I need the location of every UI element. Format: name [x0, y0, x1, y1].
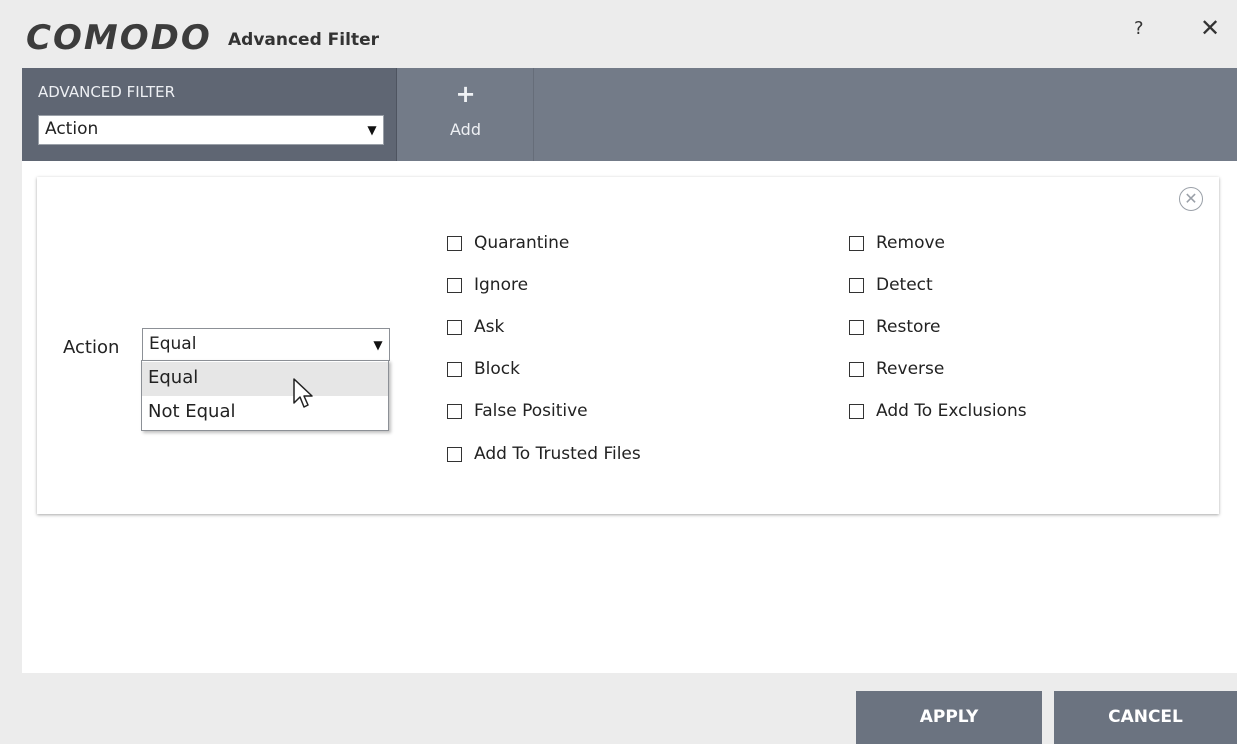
add-label: Add — [450, 120, 481, 139]
operator-option-equal[interactable]: Equal — [142, 362, 388, 396]
advanced-filter-heading: ADVANCED FILTER — [38, 83, 176, 101]
apply-button[interactable]: APPLY — [856, 691, 1042, 744]
checkbox-icon — [849, 235, 864, 251]
checkbox-label: Add To Trusted Files — [474, 444, 641, 464]
option-label: Not Equal — [148, 401, 236, 422]
checkbox-ask[interactable]: Ask — [447, 314, 504, 340]
cancel-button[interactable]: CANCEL — [1054, 691, 1237, 744]
checkbox-false-positive[interactable]: False Positive — [447, 398, 588, 424]
checkbox-icon — [849, 403, 864, 419]
checkbox-icon — [447, 361, 462, 377]
close-button[interactable]: ✕ — [1200, 14, 1220, 42]
checkbox-icon — [447, 277, 462, 293]
operator-select[interactable]: Equal ▼ — [142, 328, 390, 361]
filter-type-value: Action — [45, 119, 99, 139]
checkbox-label: Add To Exclusions — [876, 401, 1027, 421]
checkbox-icon — [849, 319, 864, 335]
checkbox-icon — [447, 235, 462, 251]
operator-value: Equal — [149, 334, 197, 354]
filter-condition-card: ✕ Action Equal ▼ Equal Not Equal Quarant… — [37, 177, 1219, 514]
filter-content-area: ✕ Action Equal ▼ Equal Not Equal Quarant… — [22, 161, 1237, 673]
checkbox-icon — [447, 403, 462, 419]
advanced-filter-panel: ADVANCED FILTER Action ▼ — [22, 68, 397, 161]
filter-toolbar: ADVANCED FILTER Action ▼ + Add — [22, 68, 1237, 161]
checkbox-label: Ask — [474, 317, 505, 337]
checkbox-icon — [849, 361, 864, 377]
dropdown-arrow-icon: ▼ — [367, 123, 377, 137]
checkbox-label: Quarantine — [474, 233, 570, 253]
operator-dropdown-list: Equal Not Equal — [141, 360, 389, 431]
operator-option-not-equal[interactable]: Not Equal — [142, 396, 388, 430]
title-bar: COMODO Advanced Filter ? ✕ — [0, 0, 1237, 68]
checkbox-restore[interactable]: Restore — [849, 314, 941, 340]
help-button[interactable]: ? — [1134, 18, 1144, 39]
checkbox-label: Restore — [876, 317, 941, 337]
checkbox-add-to-trusted-files[interactable]: Add To Trusted Files — [447, 441, 641, 467]
condition-field-label: Action — [63, 337, 120, 358]
checkbox-remove[interactable]: Remove — [849, 230, 945, 256]
comodo-logo: COMODO — [26, 18, 212, 58]
dropdown-arrow-icon: ▼ — [373, 337, 383, 352]
checkbox-ignore[interactable]: Ignore — [447, 272, 528, 298]
remove-condition-icon[interactable]: ✕ — [1179, 187, 1203, 211]
checkbox-icon — [447, 319, 462, 335]
checkbox-icon — [447, 446, 462, 462]
checkbox-label: Reverse — [876, 359, 945, 379]
checkbox-block[interactable]: Block — [447, 356, 520, 382]
checkbox-label: Ignore — [474, 275, 529, 295]
window-title: Advanced Filter — [228, 30, 379, 50]
option-label: Equal — [148, 367, 199, 388]
checkbox-label: Detect — [876, 275, 933, 295]
filter-type-select[interactable]: Action ▼ — [38, 115, 384, 145]
checkbox-label: False Positive — [474, 401, 588, 421]
checkbox-label: Block — [474, 359, 520, 379]
plus-icon: + — [455, 80, 476, 108]
mouse-pointer-icon — [293, 378, 313, 408]
checkbox-add-to-exclusions[interactable]: Add To Exclusions — [849, 398, 1027, 424]
checkbox-label: Remove — [876, 233, 945, 253]
checkbox-quarantine[interactable]: Quarantine — [447, 230, 569, 256]
add-filter-button[interactable]: + Add — [398, 68, 534, 161]
checkbox-detect[interactable]: Detect — [849, 272, 933, 298]
checkbox-icon — [849, 277, 864, 293]
checkbox-reverse[interactable]: Reverse — [849, 356, 944, 382]
